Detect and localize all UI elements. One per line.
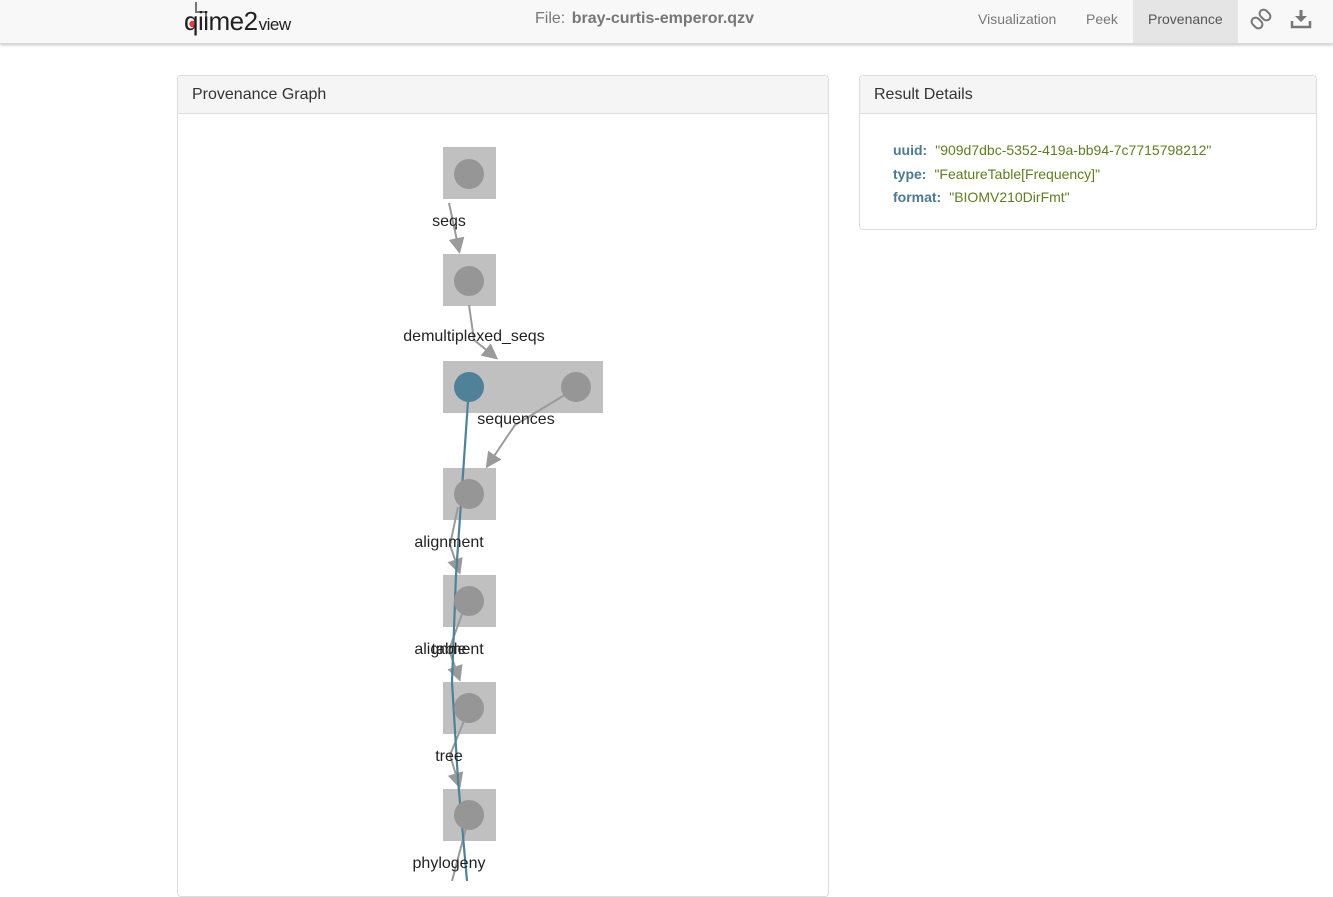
node-label-phylogeny: phylogeny [413,855,486,872]
node-circle-seqs[interactable] [454,159,484,189]
uuid-key: uuid: [893,142,928,158]
node-label-alignment: alignment [414,534,484,551]
node-circle-selected[interactable] [454,372,484,402]
node-circle-alignment-table[interactable] [454,586,484,616]
node-circle-alignment[interactable] [454,479,484,509]
detail-row-format: format: "BIOMV210DirFmt" [893,189,1070,205]
node-circle-phylogeny[interactable] [454,800,484,830]
node-circle-sequences[interactable] [561,372,591,402]
node-label-seqs: seqs [432,213,466,230]
node-label-table: table [432,641,467,658]
detail-row-uuid: uuid: "909d7dbc-5352-419a-bb94-7c77157982… [893,142,1211,158]
type-key: type: [893,166,927,182]
format-value: "BIOMV210DirFmt" [949,189,1070,205]
result-details-panel: Result Details uuid: "909d7dbc-5352-419a-… [859,75,1317,230]
node-label-sequences: sequences [477,411,554,428]
node-circle-tree[interactable] [454,693,484,723]
uuid-value: "909d7dbc-5352-419a-bb94-7c7715798212" [935,142,1212,158]
node-label-demultiplexed-seqs: demultiplexed_seqs [403,328,544,345]
type-value: "FeatureTable[Frequency]" [934,166,1101,182]
node-circle-demultiplexed-seqs[interactable] [454,266,484,296]
node-label-tree: tree [435,748,463,765]
format-key: format: [893,189,942,205]
detail-row-type: type: "FeatureTable[Frequency]" [893,166,1100,182]
result-details-title: Result Details [860,76,1316,114]
